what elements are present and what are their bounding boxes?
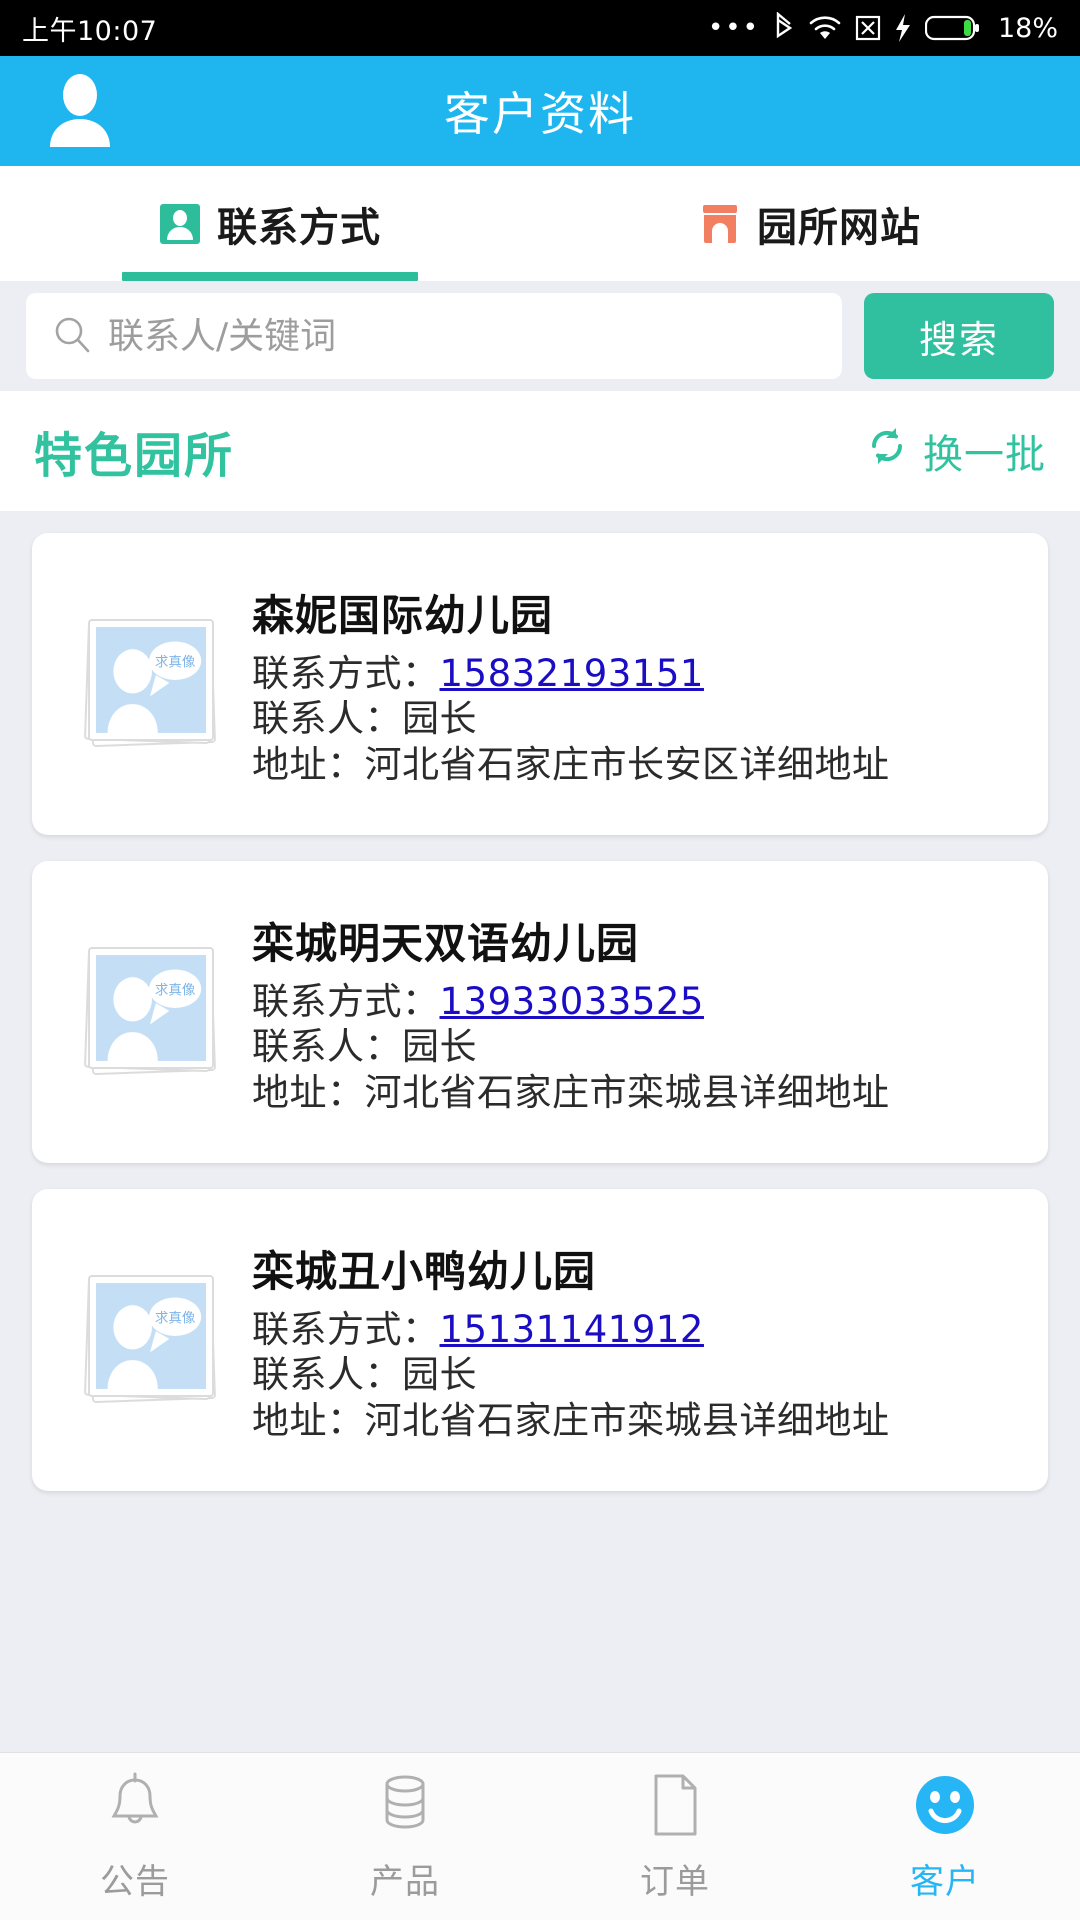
database-icon [370,1770,440,1840]
school-person-line: 联系人：园长 [252,1353,1038,1396]
search-icon [52,314,92,358]
photo-placeholder-icon: 求真像 [82,1273,222,1408]
school-name: 栾城明天双语幼儿园 [252,919,640,969]
photo-placeholder-icon: 求真像 [82,617,222,752]
phone-link[interactable]: 15131141912 [440,1308,704,1351]
wifi-icon [808,15,842,41]
nav-label: 客户 [910,1862,980,1902]
address-value: 河北省石家庄市长安区详细地址 [364,742,890,786]
school-card-body: 森妮国际幼儿园 联系方式：15832193151 联系人：园长 地址：河北省石家… [252,582,1038,786]
search-input[interactable] [108,315,816,357]
school-card[interactable]: 求真像 栾城丑小鸭幼儿园 联系方式：15131141912 联系人：园长 地址：… [32,1189,1048,1491]
section-header: 特色园所 换一批 [0,391,1080,511]
tab-bar: 联系方式 园所网站 [0,166,1080,281]
search-button[interactable]: 搜索 [864,293,1054,379]
address-label: 地址： [252,1398,365,1442]
nav-item-customers[interactable]: 客户 [810,1770,1080,1903]
school-card[interactable]: 求真像 森妮国际幼儿园 联系方式：15832193151 联系人：园长 地址：河… [32,533,1048,835]
tab-label: 联系方式 [217,204,381,251]
school-card[interactable]: 求真像 栾城明天双语幼儿园 联系方式：13933033525 联系人：园长 地址… [32,861,1048,1163]
thumb-caption: 求真像 [155,982,196,998]
tab-contact-method[interactable]: 联系方式 [0,166,540,281]
smiley-icon [910,1770,980,1840]
photo-placeholder-icon: 求真像 [82,945,222,1080]
school-name: 森妮国际幼儿园 [252,591,554,641]
nav-item-orders[interactable]: 订单 [540,1770,810,1903]
charging-bolt-icon [894,13,912,43]
person-label: 联系人： [252,1353,402,1397]
school-card-body: 栾城明天双语幼儿园 联系方式：13933033525 联系人：园长 地址：河北省… [252,910,1038,1114]
nav-item-products[interactable]: 产品 [270,1770,540,1903]
school-card-body: 栾城丑小鸭幼儿园 联系方式：15131141912 联系人：园长 地址：河北省石… [252,1238,1038,1442]
school-name: 栾城丑小鸭幼儿园 [252,1247,597,1297]
page-title: 客户资料 [444,87,636,141]
school-person-line: 联系人：园长 [252,697,1038,740]
thumb-caption: 求真像 [155,1310,196,1326]
status-icons: ••• 18% [708,12,1058,44]
tab-label: 园所网站 [757,204,921,251]
refresh-icon [865,424,909,478]
document-icon [640,1770,710,1840]
school-address-line: 地址：河北省石家庄市栾城县详细地址 [252,1071,1038,1114]
nav-label: 公告 [100,1862,170,1902]
school-card-list: 求真像 森妮国际幼儿园 联系方式：15832193151 联系人：园长 地址：河… [0,511,1080,1752]
refresh-label: 换一批 [923,432,1046,478]
school-address-line: 地址：河北省石家庄市长安区详细地址 [252,743,1038,786]
person-value: 园长 [402,697,477,741]
nav-item-announcements[interactable]: 公告 [0,1770,270,1903]
address-value: 河北省石家庄市栾城县详细地址 [364,1070,890,1114]
person-icon[interactable] [45,71,115,151]
contact-label: 联系方式： [252,652,440,696]
section-title: 特色园所 [34,428,235,484]
app-root: 上午10:07 ••• 18% 客户资料 联系方式 园所网站 联系人/关键词 搜… [0,0,1080,1920]
address-label: 地址： [252,1070,365,1114]
person-label: 联系人： [252,1025,402,1069]
tab-school-website[interactable]: 园所网站 [540,166,1080,281]
person-value: 园长 [402,1353,477,1397]
bottom-navigation: 公告 产品 订单 客户 [0,1752,1080,1920]
bluetooth-icon [773,12,795,44]
phone-link[interactable]: 13933033525 [440,980,704,1023]
contact-card-icon [159,203,201,245]
thumb-caption: 求真像 [155,654,196,670]
person-value: 园长 [402,1025,477,1069]
battery-percent: 18% [997,12,1058,44]
battery-icon [924,14,981,42]
bell-icon [100,1770,170,1840]
shop-icon [699,203,741,245]
address-value: 河北省石家庄市栾城县详细地址 [364,1398,890,1442]
status-time: 上午10:07 [22,15,158,47]
contact-label: 联系方式： [252,1308,440,1352]
school-contact-line: 联系方式：13933033525 [252,980,1038,1023]
school-address-line: 地址：河北省石家庄市栾城县详细地址 [252,1399,1038,1442]
search-field[interactable] [26,293,842,379]
contact-label: 联系方式： [252,980,440,1024]
app-header: 客户资料 [0,56,1080,166]
school-contact-line: 联系方式：15131141912 [252,1308,1038,1351]
search-bar: 搜索 [0,281,1080,391]
phone-link[interactable]: 15832193151 [440,652,704,695]
school-person-line: 联系人：园长 [252,1025,1038,1068]
status-bar: 上午10:07 ••• 18% [0,0,1080,56]
nav-label: 订单 [640,1862,710,1902]
refresh-batch-button[interactable]: 换一批 [865,422,1046,480]
school-contact-line: 联系方式：15832193151 [252,652,1038,695]
address-label: 地址： [252,742,365,786]
sim-x-icon [855,14,881,42]
nav-label: 产品 [370,1862,440,1902]
more-dots-icon: ••• [707,13,760,43]
person-label: 联系人： [252,697,402,741]
